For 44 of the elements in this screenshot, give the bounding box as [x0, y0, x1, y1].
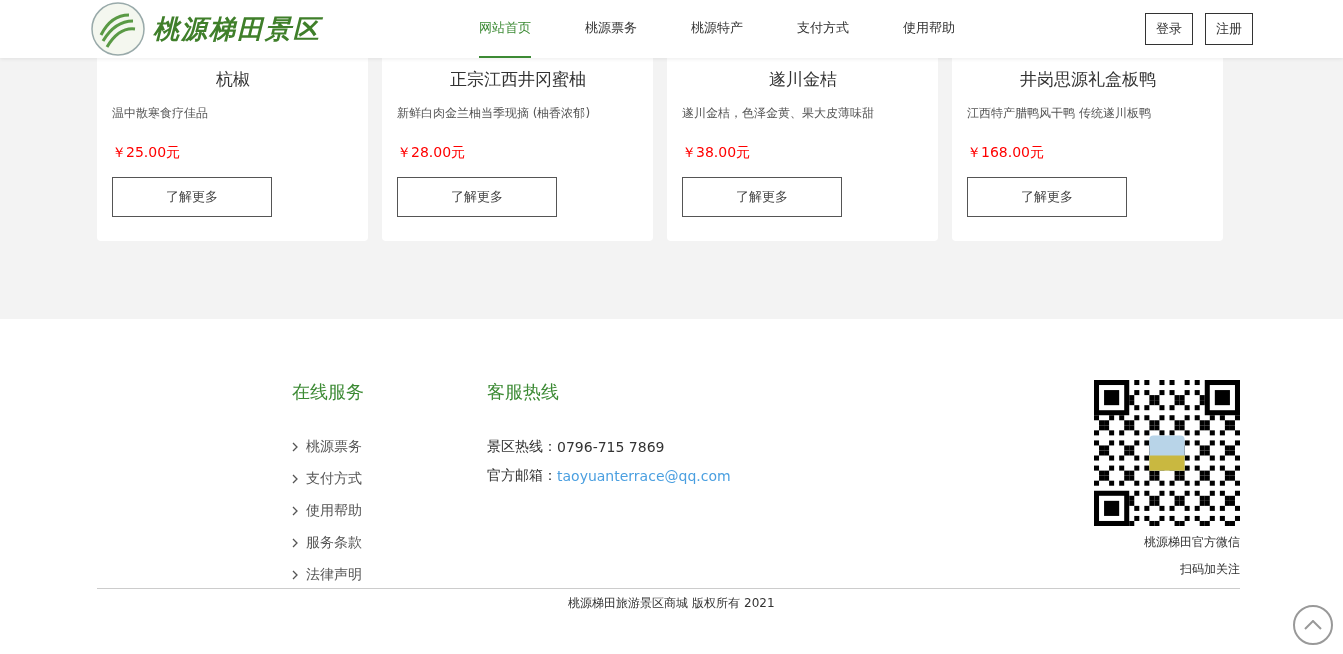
footer-link[interactable]: 桃源票务: [292, 437, 487, 457]
nav-tab[interactable]: 桃源特产: [691, 0, 797, 58]
hotline-heading: 客服热线: [487, 380, 560, 404]
services-heading: 在线服务: [292, 380, 365, 404]
product-price: ￥168.00元: [967, 144, 1045, 162]
nav-tab[interactable]: 使用帮助: [903, 0, 1009, 58]
nav-tab[interactable]: 支付方式: [797, 0, 903, 58]
logo-emblem-icon: [89, 1, 147, 57]
product-name: 正宗江西井冈蜜柚: [448, 68, 587, 91]
login-button[interactable]: 登录: [1145, 13, 1193, 45]
product-description: 遂川金桔，色泽金黄、果大皮薄味甜: [682, 105, 875, 122]
nav-tab[interactable]: 桃源票务: [585, 0, 691, 58]
product-description: 新鲜白肉金兰柚当季现摘 (柚香浓郁): [397, 105, 592, 122]
back-to-top-button[interactable]: [1293, 605, 1333, 645]
chevron-right-icon: [292, 442, 298, 452]
learn-more-button[interactable]: 了解更多: [967, 177, 1127, 217]
chevron-up-icon: [1304, 620, 1322, 630]
learn-more-button[interactable]: 了解更多: [682, 177, 842, 217]
footer-link[interactable]: 服务条款: [292, 533, 487, 553]
chevron-right-icon: [292, 570, 298, 580]
product-price: ￥28.00元: [397, 144, 467, 162]
qr-subcaption: 扫码加关注: [1180, 561, 1240, 578]
phone-number: 0796-715 7869: [557, 439, 665, 455]
learn-more-button[interactable]: 了解更多: [397, 177, 557, 217]
footer-link[interactable]: 支付方式: [292, 469, 487, 489]
register-button[interactable]: 注册: [1205, 13, 1253, 45]
chevron-right-icon: [292, 474, 298, 484]
contact-label: 景区热线：: [487, 438, 557, 456]
chevron-right-icon: [292, 506, 298, 516]
footer-link[interactable]: 使用帮助: [292, 501, 487, 521]
product-price: ￥25.00元: [112, 144, 182, 162]
footer-link[interactable]: 法律声明: [292, 565, 487, 585]
learn-more-button[interactable]: 了解更多: [112, 177, 272, 217]
product-name: 井岗思源礼盒板鸭: [1018, 68, 1157, 91]
product-name: 遂川金桔: [767, 68, 838, 91]
logo-text: 桃源梯田景区: [153, 12, 321, 46]
product-description: 温中散寒食疗佳品: [112, 105, 209, 122]
product-description: 江西特产腊鸭风干鸭 传统遂川板鸭: [967, 105, 1152, 122]
product-price: ￥38.00元: [682, 144, 752, 162]
contact-label: 官方邮箱：: [487, 467, 557, 485]
product-name: 杭椒: [214, 68, 251, 91]
qr-caption: 桃源梯田官方微信: [1144, 534, 1240, 551]
copyright-text: 桃源梯田旅游景区商城 版权所有 2021: [567, 595, 776, 612]
chevron-right-icon: [292, 538, 298, 548]
